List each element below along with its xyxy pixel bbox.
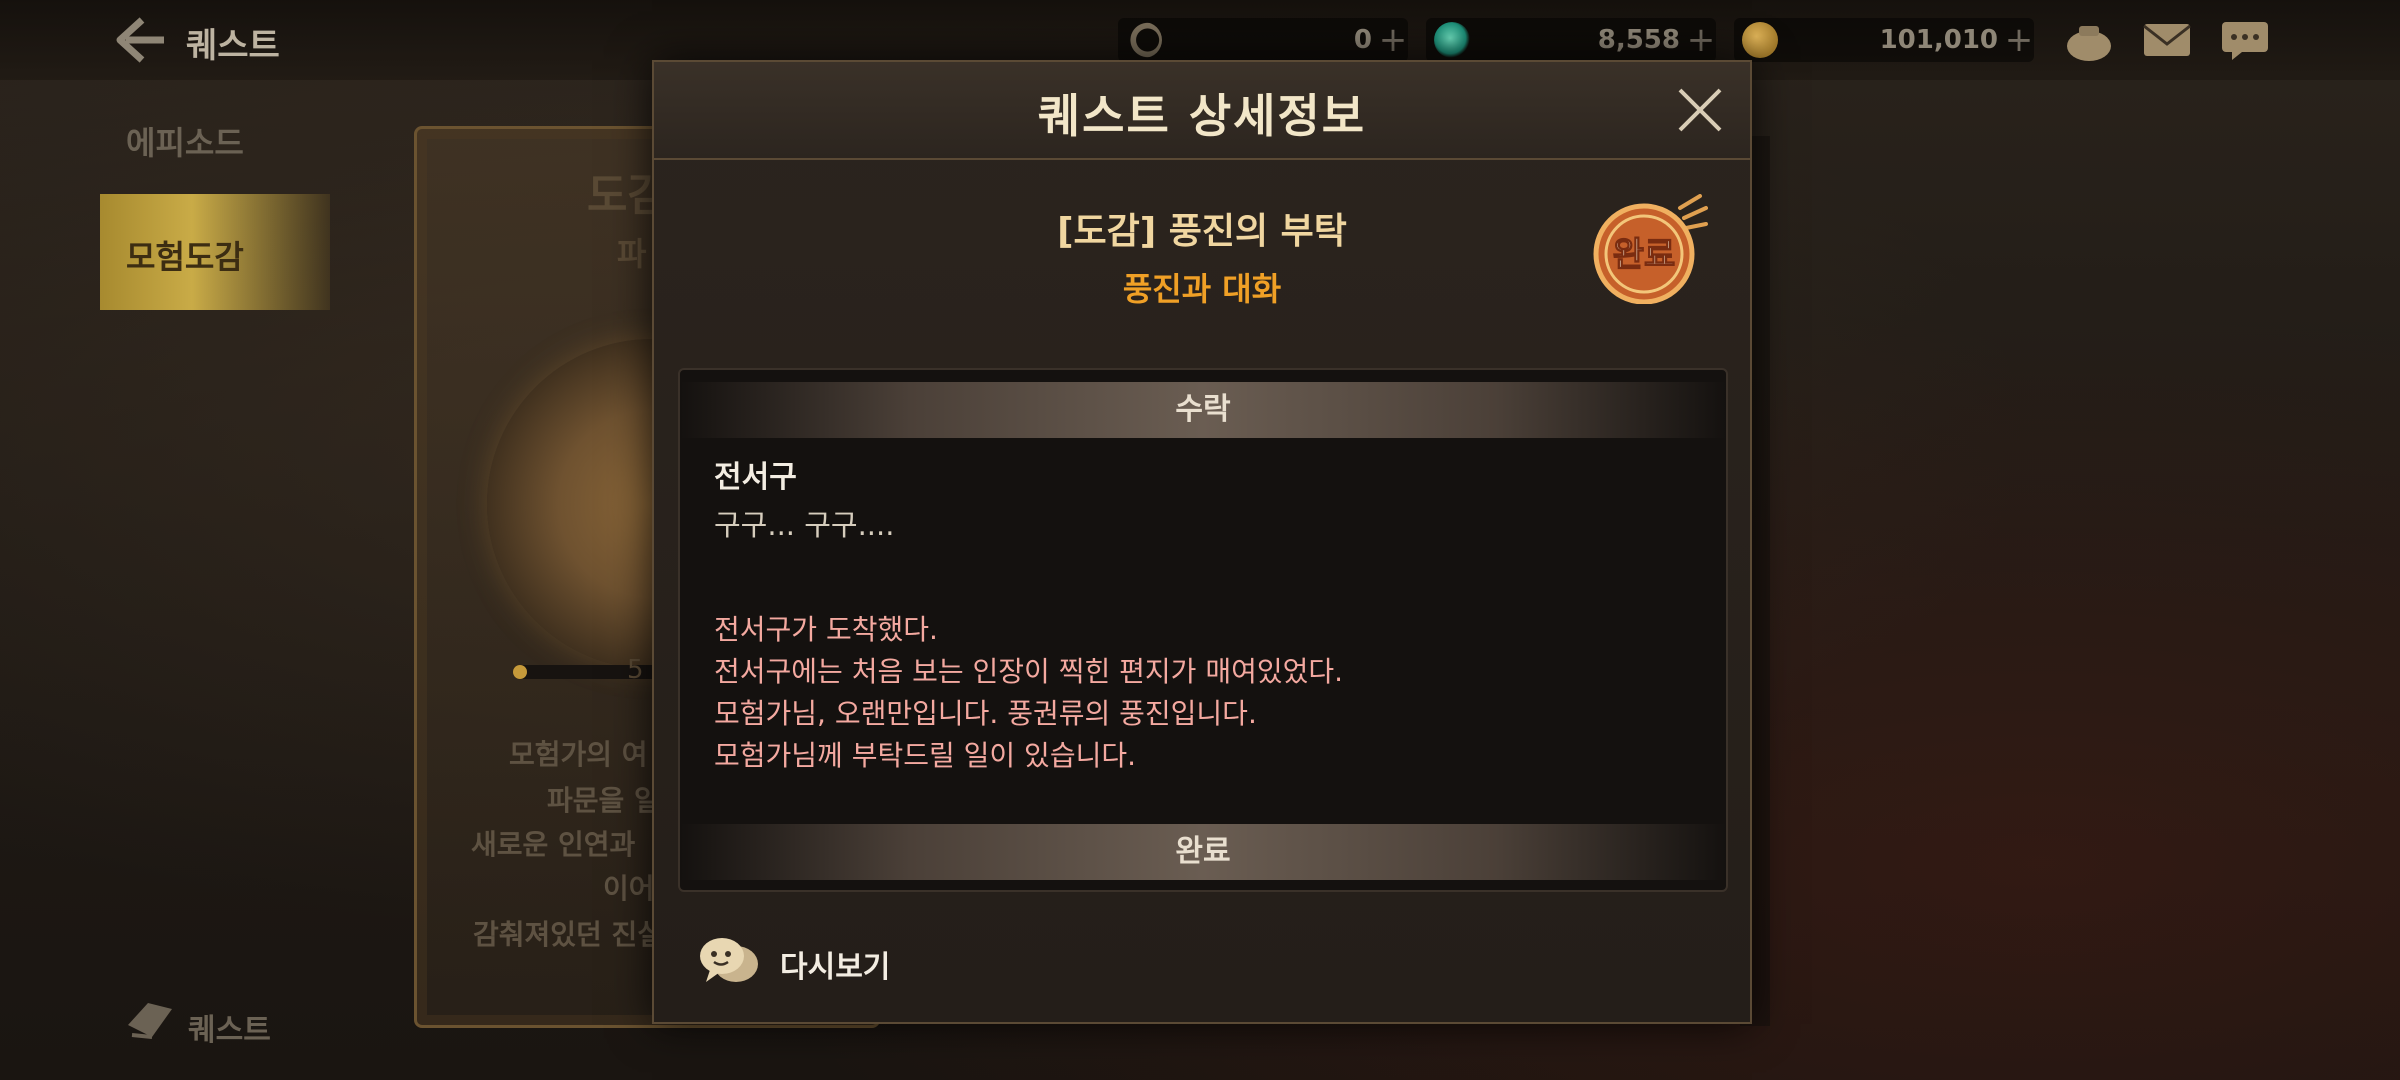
narration-line: 전서구가 도착했다. — [714, 613, 938, 646]
quest-detail-dialog: 퀘스트 상세정보 [도감] 풍진의 부탁 풍진과 대화 완료 수락 전서구 구구… — [652, 60, 1752, 1024]
sidebar-item-label: 모험도감 — [126, 238, 244, 276]
sidebar-item-episode[interactable]: 에피소드 — [100, 80, 330, 196]
gem-currency[interactable]: 8,558 + — [1426, 18, 1716, 62]
add-moon-button[interactable]: + — [1378, 20, 1408, 60]
moon-currency[interactable]: 0 + — [1118, 18, 1408, 62]
completed-stamp-icon: 완료 — [1588, 194, 1708, 305]
speaker-line: 구구... 구구.... — [714, 508, 895, 542]
add-gem-button[interactable]: + — [1686, 20, 1716, 60]
gem-currency-value: 8,558 — [1597, 25, 1680, 55]
close-button[interactable] — [1674, 84, 1726, 136]
narration-line: 모험가님, 오랜만입니다. 풍권류의 풍진입니다. — [714, 697, 1257, 730]
codex-description-line: 이어 — [603, 872, 655, 905]
green-gem-icon — [1434, 22, 1470, 58]
codex-card-subtitle: 파 — [617, 235, 647, 273]
accept-section-header: 수락 — [680, 382, 1726, 438]
quest-dialogue-box: 수락 전서구 구구... 구구.... 전서구가 도착했다. 전서구에는 처음 … — [678, 368, 1728, 892]
quest-name: [도감] 풍진의 부탁 — [1057, 211, 1347, 252]
stamp-label: 완료 — [1613, 235, 1676, 275]
quest-scroll-icon — [128, 1003, 172, 1039]
narration-line: 전서구에는 처음 보는 인장이 찍힌 편지가 매여있었다. — [714, 655, 1344, 688]
codex-progress-fill — [513, 665, 527, 679]
page-title: 퀘스트 — [186, 26, 280, 66]
quest-menu-button[interactable]: 퀘스트 — [122, 995, 302, 1055]
codex-description-line: 감춰져있던 진실 — [473, 918, 664, 951]
sidebar-item-adventure-codex[interactable]: 모험도감 — [100, 194, 330, 310]
moon-currency-value: 0 — [1353, 25, 1372, 55]
codex-description-line: 새로운 인연과 — [471, 828, 636, 861]
codex-description-line: 모험가의 여 — [509, 738, 648, 771]
back-arrow-icon[interactable] — [112, 14, 168, 66]
replay-label: 다시보기 — [780, 950, 891, 985]
speech-bubbles-icon — [700, 938, 758, 982]
dialog-header: 퀘스트 상세정보 — [654, 62, 1750, 160]
sidebar-item-label: 에피소드 — [126, 124, 244, 162]
add-gold-button[interactable]: + — [2004, 20, 2034, 60]
codex-progress-bar — [513, 665, 673, 679]
codex-description-line: 파문을 일 — [547, 784, 660, 817]
dialog-title: 퀘스트 상세정보 — [1037, 89, 1367, 143]
chat-icon[interactable] — [2218, 16, 2272, 64]
speaker-name: 전서구 — [714, 460, 797, 495]
narration-line: 모험가님께 부탁드릴 일이 있습니다. — [714, 739, 1137, 772]
gold-currency[interactable]: 101,010 + — [1734, 18, 2034, 62]
close-icon — [1678, 88, 1722, 132]
codex-progress-text: 5 — [627, 655, 644, 685]
replay-button[interactable]: 다시보기 — [698, 932, 918, 992]
moon-coin-icon — [1126, 22, 1162, 58]
quest-objective: 풍진과 대화 — [1122, 270, 1282, 308]
quest-menu-label: 퀘스트 — [188, 1013, 271, 1048]
mail-icon[interactable] — [2140, 16, 2194, 64]
pouch-icon[interactable] — [2062, 16, 2116, 64]
gold-currency-value: 101,010 — [1879, 25, 1998, 55]
complete-section-header: 완료 — [680, 824, 1726, 880]
gold-coin-icon — [1742, 22, 1778, 58]
